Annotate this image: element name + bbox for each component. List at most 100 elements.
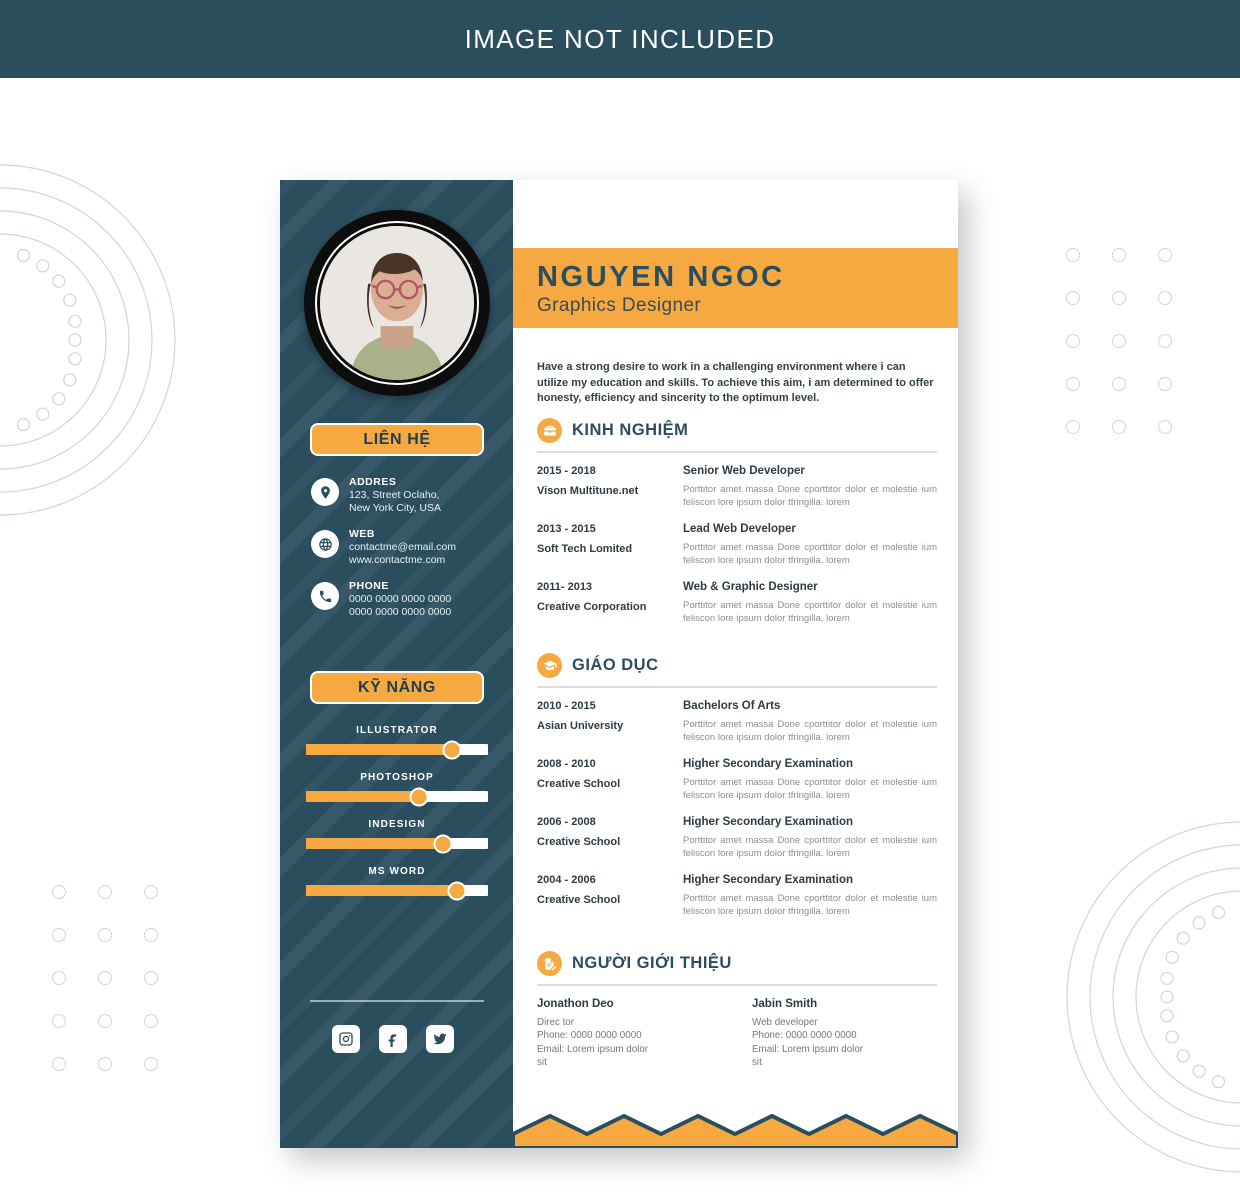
skill-slider-knob[interactable] <box>409 787 429 806</box>
skill-slider-track[interactable] <box>306 881 488 900</box>
skill-slider-fill <box>306 885 458 896</box>
entry-role: Web & Graphic Designer <box>683 580 818 593</box>
skill-slider-fill <box>306 838 443 849</box>
skill-slider-track[interactable] <box>306 787 488 806</box>
contact-heading-label: LIÊN HỆ <box>363 430 431 448</box>
entry-organization: Creative Corporation <box>537 600 647 613</box>
name-band: NGUYEN NGOC Graphics Designer <box>513 248 958 328</box>
contact-value-line[interactable]: www.contactme.com <box>349 554 456 567</box>
section-education: GIÁO DỤC 2010 - 2015 Asian University Ba… <box>537 653 937 932</box>
reference-name: Jabin Smith <box>752 997 818 1010</box>
education-entry: 2010 - 2015 Asian University Bachelors O… <box>537 700 937 744</box>
section-rule <box>537 451 937 453</box>
skill-slider-knob[interactable] <box>442 740 462 759</box>
entry-description: Porttitor amet massa Done cporttitor dol… <box>683 541 937 566</box>
skill-label: MS WORD <box>368 866 426 877</box>
skill-slider-track[interactable] <box>306 834 488 853</box>
reference-detail: Email: Lorem ipsum dolor <box>537 1043 649 1055</box>
instagram-icon[interactable] <box>332 1025 360 1053</box>
twitter-icon[interactable] <box>426 1025 454 1053</box>
avatar <box>320 226 474 380</box>
entry-date: 2011- 2013 <box>537 580 593 593</box>
contact-list: ADDRES 123, Street Oclaho, New York City… <box>311 476 491 632</box>
entry-organization: Soft Tech Lomited <box>537 542 633 555</box>
entry-date: 2006 - 2008 <box>537 815 596 828</box>
contact-value-line: 0000 0000 0000 0000 <box>349 593 452 605</box>
skill-slider-knob[interactable] <box>433 834 452 853</box>
education-entry: 2006 - 2008 Creative School Higher Secon… <box>537 816 937 860</box>
contact-label: ADDRES <box>349 476 397 488</box>
skill-item: MS WORD <box>306 866 488 900</box>
entry-description: Porttitor amet massa Done cporttitor dol… <box>683 718 937 743</box>
contact-value-line: 123, Street Oclaho, <box>349 489 440 501</box>
skill-slider-track[interactable] <box>306 740 488 759</box>
entry-organization: Creative School <box>537 835 621 848</box>
job-role: Graphics Designer <box>537 295 702 316</box>
experience-entry: 2013 - 2015 Soft Tech Lomited Lead Web D… <box>537 523 937 567</box>
skill-slider-fill <box>306 744 452 755</box>
entry-date: 2004 - 2006 <box>537 873 596 886</box>
entry-role: Higher Secondary Examination <box>683 873 853 886</box>
contact-label: PHONE <box>349 580 389 592</box>
reference-detail: Phone: 0000 0000 0000 <box>752 1030 857 1042</box>
graduation-cap-icon <box>537 653 562 678</box>
experience-entry: 2011- 2013 Creative Corporation Web & Gr… <box>537 581 937 625</box>
entry-description: Porttitor amet massa Done cporttitor dol… <box>683 892 937 917</box>
section-title: NGƯỜI GIỚI THIỆU <box>572 954 732 972</box>
reference-detail: Web developer <box>752 1016 818 1028</box>
profile-photo-frame <box>304 210 490 396</box>
entry-description: Porttitor amet massa Done cporttitor dol… <box>683 776 937 801</box>
skill-item: PHOTOSHOP <box>306 772 488 806</box>
contact-item-web[interactable]: WEB contactme@email.com www.contactme.co… <box>311 528 491 567</box>
skill-slider-knob[interactable] <box>447 881 467 900</box>
entry-role: Bachelors Of Arts <box>683 699 781 712</box>
skill-label: ILLUSTRATOR <box>356 725 438 736</box>
section-header: NGƯỜI GIỚI THIỆU <box>537 951 937 976</box>
reference-name: Jonathon Deo <box>537 997 614 1010</box>
reference-detail: sit <box>537 1057 547 1069</box>
entry-organization: Creative School <box>537 893 621 906</box>
resume-main: NGUYEN NGOC Graphics Designer Have a str… <box>513 180 958 1148</box>
zigzag-footer-decoration <box>513 1104 958 1148</box>
summary-text: Have a strong desire to work in a challe… <box>537 361 934 404</box>
entry-organization: Creative School <box>537 777 621 790</box>
decorative-dot-grid-right <box>1066 248 1204 463</box>
decorative-dot-grid-left <box>52 885 190 1100</box>
reference-item: Jabin Smith Web developer Phone: 0000 00… <box>752 998 937 1070</box>
banner-text: IMAGE NOT INCLUDED <box>464 23 776 54</box>
contact-heading: LIÊN HỆ <box>310 423 484 456</box>
references-list: Jonathon Deo Direc tor Phone: 0000 0000 … <box>537 998 937 1070</box>
section-references: NGƯỜI GIỚI THIỆU Jonathon Deo Direc tor … <box>537 951 937 1070</box>
skill-label: PHOTOSHOP <box>360 772 434 783</box>
entry-date: 2015 - 2018 <box>537 464 596 477</box>
document-edit-icon <box>537 951 562 976</box>
experience-entry: 2015 - 2018 Vison Multitune.net Senior W… <box>537 465 937 509</box>
skills-list: ILLUSTRATOR PHOTOSHOP INDESIGN MS WORD <box>306 725 488 913</box>
contact-value-line: 0000 0000 0000 0000 <box>349 606 452 618</box>
entry-description: Porttitor amet massa Done cporttitor dol… <box>683 834 937 859</box>
skills-heading: KỸ NĂNG <box>310 671 484 704</box>
social-links <box>332 1025 454 1053</box>
section-experience: KINH NGHIỆM 2015 - 2018 Vison Multitune.… <box>537 418 937 639</box>
facebook-icon[interactable] <box>379 1025 407 1053</box>
entry-date: 2010 - 2015 <box>537 699 596 712</box>
page-canvas: IMAGE NOT INCLUDED LIÊN HỆ ADDRES 123, S… <box>0 0 1240 1200</box>
contact-label: WEB <box>349 528 375 540</box>
reference-detail: Phone: 0000 0000 0000 <box>537 1030 642 1042</box>
entry-role: Senior Web Developer <box>683 464 805 477</box>
entry-description: Porttitor amet massa Done cporttitor dol… <box>683 599 937 624</box>
decorative-arc-left <box>0 160 180 525</box>
page-title: NGUYEN NGOC <box>537 261 785 293</box>
contact-value-line: New York City, USA <box>349 502 442 514</box>
section-header: GIÁO DỤC <box>537 653 937 678</box>
entry-role: Lead Web Developer <box>683 522 796 535</box>
location-pin-icon <box>311 478 339 506</box>
entry-date: 2008 - 2010 <box>537 757 596 770</box>
section-rule <box>537 984 937 986</box>
image-not-included-banner: IMAGE NOT INCLUDED <box>0 0 1240 78</box>
section-rule <box>537 686 937 688</box>
section-header: KINH NGHIỆM <box>537 418 937 443</box>
sidebar-divider <box>310 1000 484 1002</box>
entry-organization: Asian University <box>537 719 624 732</box>
contact-value-line[interactable]: contactme@email.com <box>349 541 456 554</box>
